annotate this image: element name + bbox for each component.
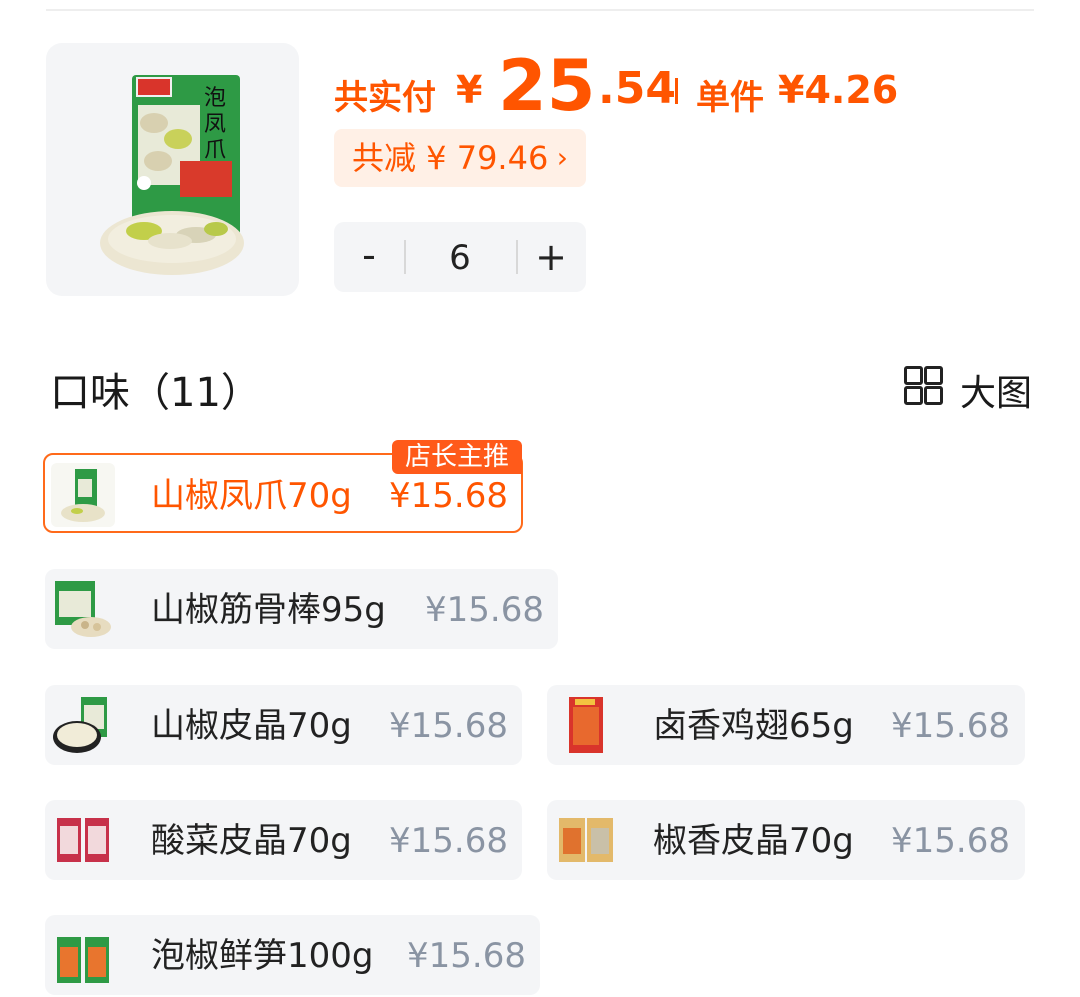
increase-button[interactable]: +: [516, 222, 586, 292]
flavor-name: 山椒筋骨棒95g: [151, 590, 386, 630]
chevron-right-icon: ›: [556, 141, 568, 174]
flavor-price: ¥15.68: [407, 936, 526, 976]
flavor-price: ¥15.68: [891, 706, 1010, 746]
discount-text: 共减 ¥ 79.46: [352, 139, 549, 177]
decrease-button[interactable]: -: [334, 222, 404, 292]
large-view-label: 大图: [960, 373, 1033, 414]
jichi-thumbnail: [553, 693, 617, 757]
top-divider: [46, 9, 1034, 11]
suancai-pijing-thumbnail: [51, 808, 115, 872]
flavor-option-suancai-pijing[interactable]: 酸菜皮晶70g ¥15.68: [45, 800, 522, 880]
svg-text:泡: 泡: [204, 86, 226, 111]
pijing-thumbnail: [51, 693, 115, 757]
price-summary: 共实付 ¥ 25 .54 单件 ¥4.26: [334, 40, 1054, 126]
svg-text:凤: 凤: [204, 112, 226, 137]
flavor-section-title: 口味（11）: [50, 370, 261, 416]
total-pay-label: 共实付: [334, 78, 436, 118]
flavor-name: 山椒皮晶70g: [151, 706, 352, 746]
flavor-option-luxiang-jichi[interactable]: 卤香鸡翅65g ¥15.68: [547, 685, 1025, 765]
quantity-value[interactable]: 6: [406, 222, 514, 292]
unit-price-value: ¥4.26: [778, 68, 899, 112]
svg-text:爪: 爪: [204, 138, 226, 163]
quantity-stepper[interactable]: - 6 +: [334, 222, 586, 292]
flavor-name: 卤香鸡翅65g: [653, 706, 854, 746]
jingubang-thumbnail: [51, 577, 115, 641]
flavor-name: 山椒凤爪70g: [151, 476, 352, 516]
flavor-option-shanjiao-jingubang[interactable]: 山椒筋骨棒95g ¥15.68: [45, 569, 558, 649]
shop-recommend-badge: 店长主推: [392, 440, 522, 474]
flavor-option-shanjiao-pijing[interactable]: 山椒皮晶70g ¥15.68: [45, 685, 522, 765]
flavor-name: 酸菜皮晶70g: [151, 821, 352, 861]
flavor-name: 泡椒鲜笋100g: [151, 936, 374, 976]
flavor-price: ¥15.68: [425, 590, 544, 630]
flavor-price: ¥15.68: [389, 706, 508, 746]
unit-price-label: 单件: [696, 78, 764, 118]
jiaoxiang-pijing-thumbnail: [553, 808, 617, 872]
fengzhua-thumbnail: [51, 463, 115, 527]
flavor-price: ¥15.68: [891, 821, 1010, 861]
price-separator: [675, 78, 678, 104]
grid-view-icon: [904, 366, 943, 405]
chicken-feet-package-icon: 泡 凤 爪: [100, 75, 244, 275]
product-image[interactable]: 泡 凤 爪: [46, 43, 299, 296]
flavor-price: ¥15.68: [389, 821, 508, 861]
flavor-option-paojiao-xiansun[interactable]: 泡椒鲜笋100g ¥15.68: [45, 915, 540, 995]
total-price-integer: 25: [498, 45, 596, 127]
discount-detail-button[interactable]: 共减 ¥ 79.46 ›: [334, 129, 586, 187]
flavor-option-jiaoxiang-pijing[interactable]: 椒香皮晶70g ¥15.68: [547, 800, 1025, 880]
xiansun-thumbnail: [51, 923, 115, 987]
currency-symbol: ¥: [456, 68, 483, 112]
flavor-name: 椒香皮晶70g: [653, 821, 854, 861]
total-price-decimal: .54: [598, 63, 676, 114]
